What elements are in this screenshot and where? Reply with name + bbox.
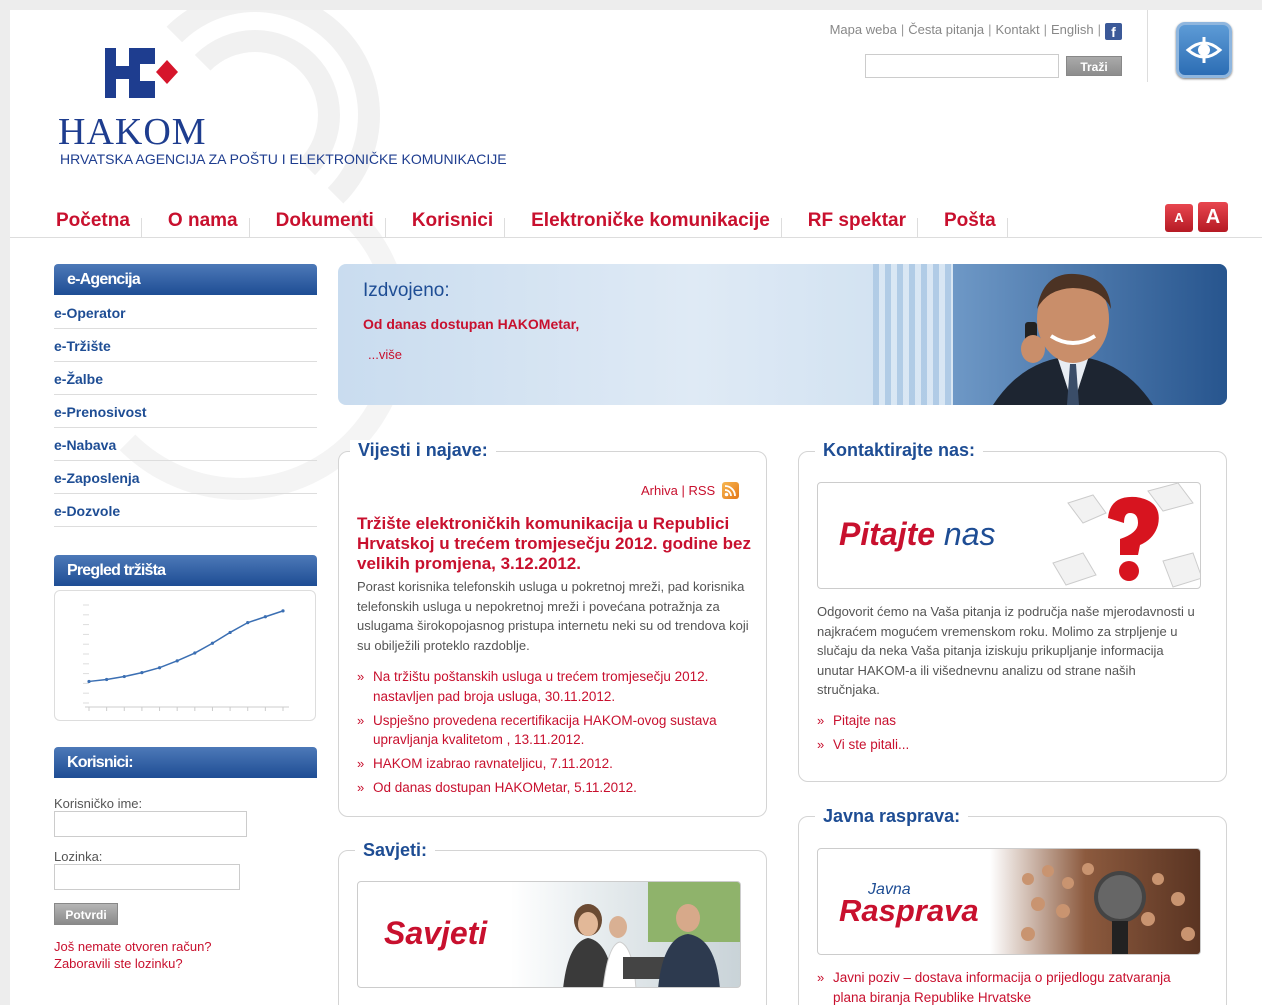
tips-card[interactable]: Savjeti: [357, 881, 741, 988]
you-asked-link[interactable]: Vi ste pitali...: [817, 735, 1197, 755]
nav-item-documents[interactable]: Dokumenti: [276, 210, 387, 240]
news-item[interactable]: Od danas dostupan HAKOMetar, 5.11.2012.: [357, 778, 752, 798]
main-nav: Početna O nama Dokumenti Korisnici Elekt…: [56, 210, 1034, 240]
top-link-sitemap[interactable]: Mapa weba: [830, 22, 897, 37]
logo-subtitle: HRVATSKA AGENCIJA ZA POŠTU I ELEKTRONIČK…: [60, 151, 507, 167]
chart-point: [122, 674, 126, 679]
eagency-item-complaints[interactable]: e-Žalbe: [54, 362, 317, 395]
eagency-list: e-Operator e-Tržište e-Žalbe e-Prenosivo…: [54, 296, 317, 527]
business-meeting-photo-icon: [563, 882, 740, 987]
username-input[interactable]: [54, 811, 247, 837]
microphone-crowd-icon: [1021, 863, 1195, 954]
market-chart[interactable]: [54, 590, 316, 721]
eagency-header: e-Agencija: [54, 264, 317, 295]
archive-link[interactable]: Arhiva: [641, 483, 678, 498]
market-overview-header: Pregled tržišta: [54, 555, 317, 586]
login-submit-button[interactable]: Potvrdi: [54, 903, 118, 925]
nav-item-rf-spectrum[interactable]: RF spektar: [808, 210, 919, 240]
contact-title: Kontaktirajte nas:: [815, 440, 984, 461]
public-debate-list: Javni poziv – dostava informacija o prij…: [817, 968, 1207, 1005]
public-debate-item[interactable]: Javni poziv – dostava informacija o prij…: [817, 968, 1207, 1005]
password-input[interactable]: [54, 864, 240, 890]
forgot-password-link[interactable]: Zaboravili ste lozinku?: [54, 956, 183, 971]
chart-point: [228, 630, 232, 635]
public-debate-card-big: Rasprava: [839, 893, 979, 928]
rss-icon[interactable]: [721, 482, 739, 499]
businessman-icon: [993, 273, 1153, 405]
businessman-photo: [953, 264, 1227, 405]
eagency-item-permits[interactable]: e-Dozvole: [54, 494, 317, 527]
news-main-body: Porast korisnika telefonskih usluga u po…: [357, 579, 749, 653]
chart-series-line: [88, 610, 284, 683]
question-mark-puzzle-icon: [1052, 483, 1200, 588]
chart-point: [140, 671, 144, 675]
public-debate-card[interactable]: Javna Rasprava: [817, 848, 1201, 955]
news-list: Na tržištu poštanskih usluga u trećem tr…: [357, 667, 752, 802]
featured-banner: Izdvojeno: Od danas dostupan HAKOMetar, …: [338, 264, 1227, 405]
users-header: Korisnici:: [54, 747, 317, 778]
search-input[interactable]: [865, 54, 1059, 78]
password-label: Lozinka:: [54, 849, 103, 864]
font-small-button[interactable]: A: [1165, 204, 1193, 232]
news-item[interactable]: Uspješno provedena recertifikacija HAKOM…: [357, 711, 752, 750]
public-debate-title: Javna rasprava:: [815, 806, 969, 827]
top-link-contact[interactable]: Kontakt: [995, 22, 1039, 37]
nav-divider: [10, 237, 1262, 238]
chart-point: [193, 651, 197, 655]
eagency-item-portability[interactable]: e-Prenosivost: [54, 395, 317, 428]
featured-title: Izdvojeno:: [363, 280, 450, 301]
chart-point: [210, 641, 215, 645]
tips-card-label: Savjeti: [384, 915, 488, 951]
ask-us-label: Pitajte nas: [839, 516, 996, 553]
eye-icon: [1185, 37, 1223, 63]
ask-us-word1: Pitajte: [839, 516, 936, 552]
search-button[interactable]: Traži: [1066, 56, 1122, 76]
ask-us-link[interactable]: Pitajte nas: [817, 711, 1197, 731]
nav-item-users[interactable]: Korisnici: [412, 210, 506, 240]
page: HAKOM HRVATSKA AGENCIJA ZA POŠTU I ELEKT…: [10, 10, 1262, 1005]
chart-point: [281, 609, 285, 613]
eagency-item-operator[interactable]: e-Operator: [54, 296, 317, 329]
news-item[interactable]: HAKOM izabrao ravnateljicu, 7.11.2012.: [357, 754, 752, 774]
facebook-icon[interactable]: f: [1105, 23, 1122, 40]
tips-title: Savjeti:: [355, 840, 436, 861]
eagency-item-market[interactable]: e-Tržište: [54, 329, 317, 362]
contact-links: Pitajte nas Vi ste pitali...: [817, 711, 1197, 759]
featured-headline-link[interactable]: Od danas dostupan HAKOMetar,: [363, 316, 579, 332]
eagency-item-jobs[interactable]: e-Zaposlenja: [54, 461, 317, 494]
news-item[interactable]: Na tržištu poštanskih usluga u trećem tr…: [357, 667, 752, 706]
register-link[interactable]: Još nemate otvoren račun?: [54, 939, 212, 954]
chart-point: [105, 677, 109, 682]
building-graphic: [873, 264, 963, 405]
nav-item-about[interactable]: O nama: [168, 210, 250, 240]
news-main-title-link[interactable]: Tržište elektroničkih komunikacija u Rep…: [357, 514, 752, 574]
font-large-button[interactable]: A: [1198, 202, 1228, 232]
hakom-logo-icon[interactable]: [105, 48, 185, 98]
chart-point: [157, 666, 162, 670]
nav-item-post[interactable]: Pošta: [944, 210, 1008, 240]
news-title: Vijesti i najave:: [350, 440, 496, 461]
chart-point: [87, 679, 91, 684]
contact-body: Odgovorit ćemo na Vaša pitanja iz područ…: [817, 604, 1195, 697]
chart-point: [175, 659, 179, 663]
market-chart-svg: [83, 604, 289, 711]
ask-us-card[interactable]: Pitajte nas: [817, 482, 1201, 589]
featured-more-link[interactable]: ...više: [368, 347, 402, 362]
news-archive-rss: Arhiva | RSS: [641, 482, 739, 499]
rss-link[interactable]: RSS: [688, 483, 715, 498]
top-links: Mapa weba | Česta pitanja | Kontakt | English |…: [830, 22, 1122, 40]
accessibility-eye-button[interactable]: [1176, 22, 1232, 78]
chart-point: [263, 615, 267, 619]
top-link-english[interactable]: English: [1051, 22, 1094, 37]
username-label: Korisničko ime:: [54, 796, 143, 811]
logo-text[interactable]: HAKOM: [58, 110, 207, 154]
nav-item-home[interactable]: Početna: [56, 210, 142, 240]
eagency-item-procurement[interactable]: e-Nabava: [54, 428, 317, 461]
chart-point: [246, 621, 250, 625]
header-divider: [1147, 10, 1148, 82]
nav-item-electronic-communications[interactable]: Elektroničke komunikacije: [531, 210, 782, 240]
ask-us-word2: nas: [943, 516, 996, 552]
top-link-faq[interactable]: Česta pitanja: [908, 22, 984, 37]
